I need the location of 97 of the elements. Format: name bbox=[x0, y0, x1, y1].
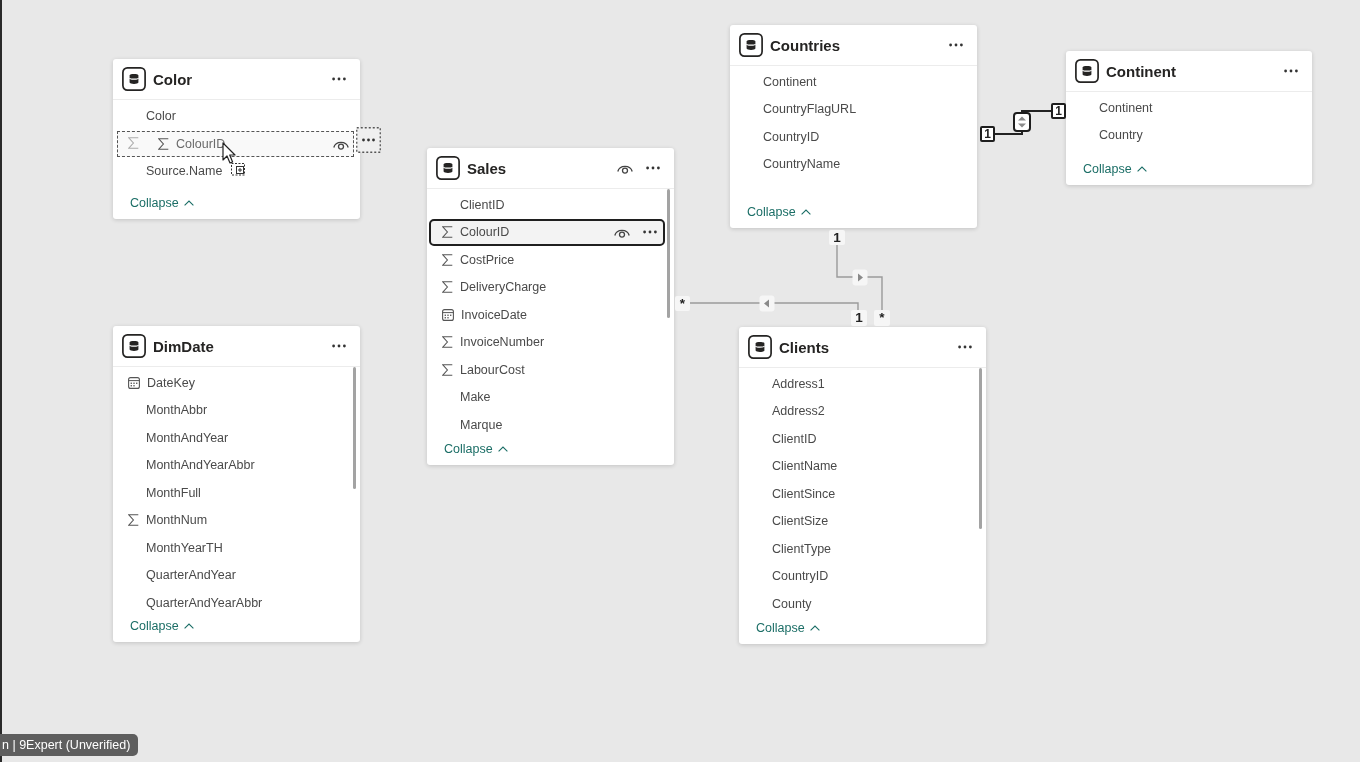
field-item[interactable]: ClientName bbox=[741, 452, 977, 480]
collapse-link[interactable]: Collapse bbox=[747, 205, 811, 219]
field-item[interactable]: Color bbox=[115, 102, 351, 130]
collapse-link[interactable]: Collapse bbox=[1083, 162, 1147, 176]
field-item[interactable]: ColourID bbox=[429, 218, 665, 246]
table-title: Countries bbox=[770, 36, 840, 54]
cardinality-label: * bbox=[675, 296, 690, 311]
sum-icon bbox=[442, 253, 453, 266]
field-item[interactable]: ClientType bbox=[741, 535, 977, 563]
field-item[interactable]: QuarterAndYearAbbr bbox=[115, 589, 351, 610]
scrollbar[interactable] bbox=[667, 189, 670, 318]
field-name: ColourID bbox=[176, 137, 226, 151]
sum-icon bbox=[442, 363, 453, 376]
field-item[interactable]: CountryID bbox=[741, 562, 977, 590]
database-icon bbox=[122, 67, 146, 91]
sum-icon bbox=[442, 281, 453, 294]
field-item[interactable]: CostPrice bbox=[429, 246, 665, 274]
chevron-up-icon bbox=[497, 446, 508, 452]
field-item[interactable]: Marque bbox=[429, 411, 665, 433]
collapse-link[interactable]: Collapse bbox=[756, 621, 820, 635]
chevron-up-icon bbox=[800, 209, 811, 215]
field-item[interactable]: ClientSize bbox=[741, 507, 977, 535]
table-card[interactable]: Continent Continent Country Collapse bbox=[1066, 51, 1312, 185]
collapse-link[interactable]: Collapse bbox=[444, 442, 508, 456]
cardinality-label: 1 bbox=[851, 310, 867, 326]
field-item[interactable]: MonthAndYearAbbr bbox=[115, 451, 351, 479]
field-item[interactable]: QuarterAndYear bbox=[115, 561, 351, 589]
database-icon bbox=[1075, 59, 1099, 83]
field-item[interactable]: Continent bbox=[1068, 94, 1303, 122]
field-item[interactable]: LabourCost bbox=[429, 356, 665, 384]
more-icon[interactable] bbox=[643, 230, 657, 235]
field-item[interactable]: Continent bbox=[732, 68, 968, 96]
calendar-icon bbox=[128, 376, 140, 389]
cardinality-label: 1 bbox=[829, 230, 845, 245]
table-title: Continent bbox=[1106, 62, 1176, 80]
field-item[interactable]: CountryFlagURL bbox=[732, 95, 968, 123]
scrollbar[interactable] bbox=[979, 368, 982, 529]
collapse-link[interactable]: Collapse bbox=[130, 619, 194, 633]
field-item[interactable]: MonthAbbr bbox=[115, 396, 351, 424]
field-item[interactable]: MonthYearTH bbox=[115, 534, 351, 562]
field-item[interactable]: Address2 bbox=[741, 397, 977, 425]
table-card[interactable]: Countries Continent CountryFlagURL CountryID CountryName Collapse bbox=[730, 25, 977, 228]
calendar-icon bbox=[442, 308, 454, 321]
field-item[interactable]: ClientSince bbox=[741, 480, 977, 508]
more-icon[interactable] bbox=[646, 166, 660, 170]
table-card[interactable]: Clients Address1 Address2 ClientID ClientName ClientSince ClientSize ClientType CountryID County Collapse bbox=[739, 327, 986, 644]
field-item[interactable]: Country bbox=[1068, 121, 1303, 149]
field-item[interactable]: MonthNum bbox=[115, 506, 351, 534]
field-item[interactable]: DateKey bbox=[115, 369, 351, 397]
field-item[interactable]: CountryID bbox=[732, 123, 968, 151]
field-item[interactable]: Make bbox=[429, 383, 665, 411]
field-item[interactable]: Address1 bbox=[741, 370, 977, 398]
database-icon bbox=[739, 33, 763, 57]
sum-icon bbox=[128, 137, 139, 150]
table-title: Color bbox=[153, 70, 193, 88]
field-item[interactable]: ClientID bbox=[741, 425, 977, 453]
field-item[interactable]: CountryName bbox=[732, 150, 968, 178]
sum-icon bbox=[158, 138, 169, 150]
table-title: Sales bbox=[467, 159, 507, 177]
table-title: Clients bbox=[779, 338, 829, 356]
field-item[interactable]: MonthFull bbox=[115, 479, 351, 507]
triangle-right-icon bbox=[852, 268, 868, 286]
table-card[interactable]: Sales ClientID ColourID CostPrice DeliveryCharge InvoiceDate InvoiceNumber LabourCost Make Marque Collapse bbox=[427, 148, 674, 465]
sum-icon bbox=[128, 514, 139, 527]
database-icon bbox=[122, 334, 146, 358]
table-title: DimDate bbox=[153, 337, 214, 355]
database-icon bbox=[748, 335, 772, 359]
more-icon[interactable] bbox=[332, 344, 346, 348]
relationship-line[interactable] bbox=[994, 110, 1052, 135]
chevron-up-icon bbox=[183, 200, 194, 206]
sum-icon bbox=[442, 336, 453, 349]
cardinality-label: * bbox=[874, 310, 890, 326]
field-item[interactable]: ClientID bbox=[429, 191, 665, 219]
field-item[interactable]: Source.Name bbox=[115, 157, 351, 185]
collapse-link[interactable]: Collapse bbox=[130, 196, 194, 210]
cardinality-label: 1 bbox=[980, 126, 995, 142]
cardinality-label: 1 bbox=[1051, 103, 1066, 119]
table-card[interactable]: DimDate DateKey MonthAbbr MonthAndYear MonthAndYearAbbr MonthFull MonthNum MonthYearTH QuarterAndYear QuarterAndYearAbbr Collapse bbox=[113, 326, 360, 642]
more-icon[interactable] bbox=[949, 43, 963, 47]
database-icon bbox=[436, 156, 460, 180]
field-item[interactable]: MonthAndYear bbox=[115, 424, 351, 452]
more-icon[interactable] bbox=[958, 345, 972, 349]
chevron-up-icon bbox=[809, 625, 820, 631]
more-icon bbox=[356, 127, 381, 153]
up-down-triangles-icon bbox=[1013, 112, 1031, 132]
sum-icon bbox=[442, 226, 453, 239]
scrollbar[interactable] bbox=[353, 367, 356, 489]
field-item[interactable]: DeliveryCharge bbox=[429, 273, 665, 301]
name-tag: n | 9Expert (Unverified) bbox=[0, 734, 139, 756]
field-item[interactable]: InvoiceNumber bbox=[429, 328, 665, 356]
field-item[interactable]: InvoiceDate bbox=[429, 301, 665, 329]
triangle-left-icon bbox=[759, 294, 775, 312]
more-icon[interactable] bbox=[1284, 69, 1298, 73]
more-icon[interactable] bbox=[332, 77, 346, 81]
field-item[interactable]: County bbox=[741, 590, 977, 612]
chevron-up-icon bbox=[1136, 166, 1147, 172]
chevron-up-icon bbox=[183, 623, 194, 629]
